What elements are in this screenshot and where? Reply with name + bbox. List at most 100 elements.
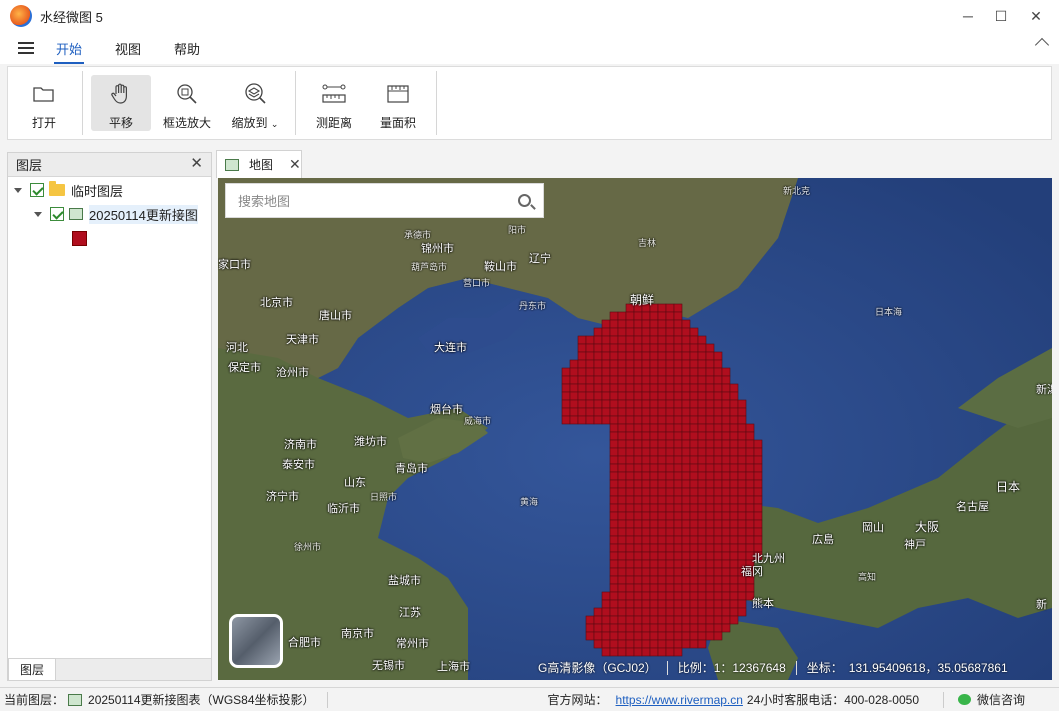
grid-cell <box>729 519 739 529</box>
grid-cell <box>705 431 715 441</box>
tab-start[interactable]: 开始 <box>53 33 85 64</box>
grid-cell <box>745 463 755 473</box>
grid-cell <box>721 439 731 449</box>
grid-cell <box>697 407 707 417</box>
zoom-to-button[interactable]: 缩放到 ⌄ <box>223 75 287 131</box>
basemap-switch-button[interactable] <box>229 614 283 668</box>
close-button[interactable]: ✕ <box>1013 0 1059 32</box>
tree-item-temp-layers[interactable]: 临时图层 <box>14 179 123 201</box>
grid-cell <box>681 463 691 473</box>
pan-button[interactable]: 平移 <box>91 75 151 131</box>
search-input[interactable]: 搜索地图 <box>238 191 290 210</box>
hamburger-menu-icon[interactable] <box>18 39 34 57</box>
grid-cell <box>609 519 619 529</box>
grid-cell <box>705 423 715 433</box>
site-link[interactable]: https://www.rivermap.cn <box>616 693 743 707</box>
grid-cell <box>585 615 595 625</box>
tab-layers[interactable]: 图层 <box>8 658 56 680</box>
grid-cell <box>641 359 651 369</box>
grid-cell <box>593 383 603 393</box>
grid-cell <box>689 631 699 641</box>
zoom-box-button[interactable]: 框选放大 <box>155 75 219 131</box>
grid-cell <box>673 335 683 345</box>
grid-cell <box>673 583 683 593</box>
grid-cell <box>609 599 619 609</box>
grid-cell <box>721 423 731 433</box>
grid-cell <box>729 439 739 449</box>
grid-cell <box>617 575 627 585</box>
grid-cell <box>601 407 611 417</box>
grid-cell <box>705 527 715 537</box>
grid-cell <box>625 327 635 337</box>
grid-cell <box>625 623 635 633</box>
grid-cell <box>657 487 667 497</box>
map-view[interactable]: 搜索地图 锦州市 葫芦岛市 辽宁 鞍山市 营口市 丹东市 朝鲜 北京市 唐山市 … <box>218 178 1052 680</box>
wechat-consult-button[interactable]: 微信咨询 <box>977 691 1025 708</box>
map-label: 朝鲜 <box>630 293 655 307</box>
grid-cell <box>617 543 627 553</box>
grid-cell <box>705 503 715 513</box>
grid-cell <box>601 367 611 377</box>
grid-cell <box>649 447 659 457</box>
grid-cell <box>665 615 675 625</box>
map-label: 名古屋 <box>956 501 989 513</box>
grid-cell <box>657 535 667 545</box>
grid-cell <box>633 407 643 417</box>
grid-cell <box>641 439 651 449</box>
grid-cell <box>641 431 651 441</box>
tab-map[interactable]: 地图 ✕ <box>216 150 302 178</box>
grid-cell <box>737 463 747 473</box>
grid-cell <box>609 455 619 465</box>
search-icon[interactable] <box>518 194 531 207</box>
collapse-ribbon-icon[interactable] <box>1034 37 1050 53</box>
grid-cell <box>673 367 683 377</box>
grid-cell <box>625 647 635 657</box>
grid-cell <box>649 431 659 441</box>
grid-cell <box>713 439 723 449</box>
grid-cell <box>737 471 747 481</box>
grid-cell <box>721 367 731 377</box>
tab-help[interactable]: 帮助 <box>174 33 200 64</box>
map-label: 福冈 <box>741 566 763 578</box>
grid-cell <box>673 623 683 633</box>
search-box[interactable]: 搜索地图 <box>225 183 544 218</box>
grid-cell <box>673 599 683 609</box>
checkbox[interactable] <box>50 207 64 221</box>
tab-view[interactable]: 视图 <box>115 33 141 64</box>
grid-cell <box>689 591 699 601</box>
measure-distance-button[interactable]: 测距离 <box>304 75 364 131</box>
close-panel-icon[interactable]: ✕ <box>190 156 203 171</box>
map-label: 辽宁 <box>529 253 551 265</box>
map-label: 济宁市 <box>266 491 299 503</box>
close-tab-icon[interactable]: ✕ <box>289 156 301 173</box>
grid-cell <box>753 495 763 505</box>
checkbox[interactable] <box>30 183 44 197</box>
tree-item-layer[interactable]: 20250114更新接图 <box>34 203 198 225</box>
grid-cell <box>609 383 619 393</box>
grid-cell <box>609 511 619 521</box>
grid-cell <box>673 575 683 585</box>
grid-cell <box>753 439 763 449</box>
grid-cell <box>641 335 651 345</box>
layer-icon <box>68 693 83 706</box>
map-label: 上海市 <box>437 661 470 673</box>
expand-arrow-icon[interactable] <box>34 211 42 217</box>
map-label: 北京市 <box>260 297 293 309</box>
grid-cell <box>633 367 643 377</box>
expand-arrow-icon[interactable] <box>14 187 22 193</box>
grid-cell <box>729 407 739 417</box>
grid-cell <box>609 391 619 401</box>
measure-area-button[interactable]: 量面积 <box>368 75 428 131</box>
grid-cell <box>665 455 675 465</box>
grid-cell <box>745 423 755 433</box>
grid-cell <box>617 455 627 465</box>
grid-cell <box>625 311 635 321</box>
grid-cell <box>641 351 651 361</box>
grid-cell <box>705 359 715 369</box>
grid-cell <box>673 567 683 577</box>
grid-cell <box>697 599 707 609</box>
open-button[interactable]: 打开 <box>14 75 74 131</box>
grid-cell <box>601 383 611 393</box>
measure-distance-icon <box>321 81 347 106</box>
grid-cell <box>657 319 667 329</box>
